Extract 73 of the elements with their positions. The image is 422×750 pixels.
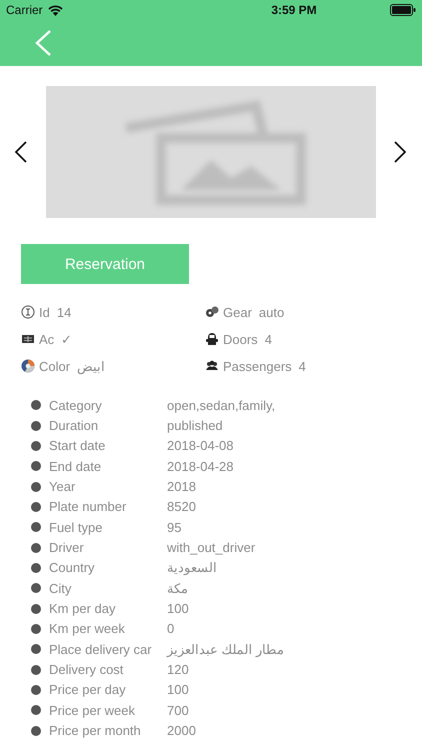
detail-value: مكة xyxy=(167,580,188,596)
detail-value: 2018 xyxy=(167,479,196,494)
detail-label: Category xyxy=(49,398,103,413)
detail-value: 100 xyxy=(167,601,189,616)
bullet-icon xyxy=(31,705,41,716)
feature-value: auto xyxy=(258,304,284,320)
feature-label: Ac xyxy=(39,332,54,346)
detail-label: Duration xyxy=(49,418,100,434)
detail-value: with_out_driver xyxy=(167,540,256,556)
bullet-icon xyxy=(31,684,41,695)
people-icon xyxy=(205,359,219,373)
bullet-icon xyxy=(31,664,41,675)
detail-value: 0 xyxy=(167,621,174,636)
feature-value: 14 xyxy=(56,304,72,320)
detail-value: open,sedan,family, xyxy=(167,398,276,413)
detail-label: Price per week xyxy=(49,702,136,718)
detail-value: 8520 xyxy=(167,499,196,514)
feature-label: Gear xyxy=(223,304,252,320)
detail-label: Start date xyxy=(49,438,106,454)
detail-label: Year xyxy=(49,479,76,494)
feature-value: 4 xyxy=(264,332,272,346)
feature-value: ابيض xyxy=(77,358,106,374)
feature-value: ✓ xyxy=(61,332,72,346)
time-label: 3:59 PM xyxy=(270,3,318,17)
detail-label: Price per day xyxy=(49,682,127,698)
bullet-icon xyxy=(31,726,41,736)
detail-value: مطار الملك عبدالعزيز xyxy=(167,642,284,657)
bullet-icon xyxy=(31,420,41,431)
reservation-button[interactable]: Reservation xyxy=(21,244,189,284)
bullet-icon xyxy=(31,624,41,634)
carrier-label: Carrier xyxy=(6,3,43,17)
air-conditioner-icon xyxy=(21,332,35,346)
detail-label: Price per month xyxy=(49,723,142,738)
detail-label: Country xyxy=(49,560,96,576)
feature-label: Id xyxy=(39,304,50,320)
feature-value: 4 xyxy=(298,358,306,374)
detail-label: End date xyxy=(49,458,102,474)
color-wheel-icon xyxy=(21,359,35,373)
feature-label: Doors xyxy=(223,332,258,346)
detail-value: published xyxy=(167,418,223,434)
bullet-icon xyxy=(31,461,41,472)
feature-label: Color xyxy=(39,358,70,374)
detail-label: City xyxy=(49,580,72,596)
bullet-icon xyxy=(31,400,41,410)
detail-value: 120 xyxy=(167,662,189,678)
detail-label: Fuel type xyxy=(49,520,104,535)
detail-value: 2000 xyxy=(167,723,196,738)
bullet-icon xyxy=(31,562,41,573)
detail-value: 2018-04-08 xyxy=(167,438,234,454)
car-front-icon xyxy=(205,332,219,346)
bullet-icon xyxy=(31,542,41,553)
wifi-icon xyxy=(48,4,63,16)
bullet-icon xyxy=(31,502,41,512)
detail-label: Delivery cost xyxy=(49,662,124,678)
bullet-icon xyxy=(31,644,41,654)
detail-value: 95 xyxy=(167,520,182,535)
bullet-icon xyxy=(31,604,41,614)
bullet-icon xyxy=(31,482,41,492)
detail-value: السعودية xyxy=(167,560,217,576)
detail-label: Km per day xyxy=(49,601,116,616)
detail-value: 100 xyxy=(167,682,189,698)
detail-label: Km per week xyxy=(49,621,126,636)
detail-label: Place delivery car xyxy=(49,642,153,657)
battery-icon xyxy=(390,4,416,16)
feature-label: Passengers xyxy=(223,358,292,374)
info-icon xyxy=(21,305,35,319)
detail-value: 2018-04-28 xyxy=(167,458,234,474)
detail-label: Plate number xyxy=(49,499,128,514)
bullet-icon xyxy=(31,583,41,594)
bullet-icon xyxy=(31,522,41,532)
bullet-icon xyxy=(31,440,41,451)
detail-value: 700 xyxy=(167,702,189,718)
detail-label: Driver xyxy=(49,540,85,556)
